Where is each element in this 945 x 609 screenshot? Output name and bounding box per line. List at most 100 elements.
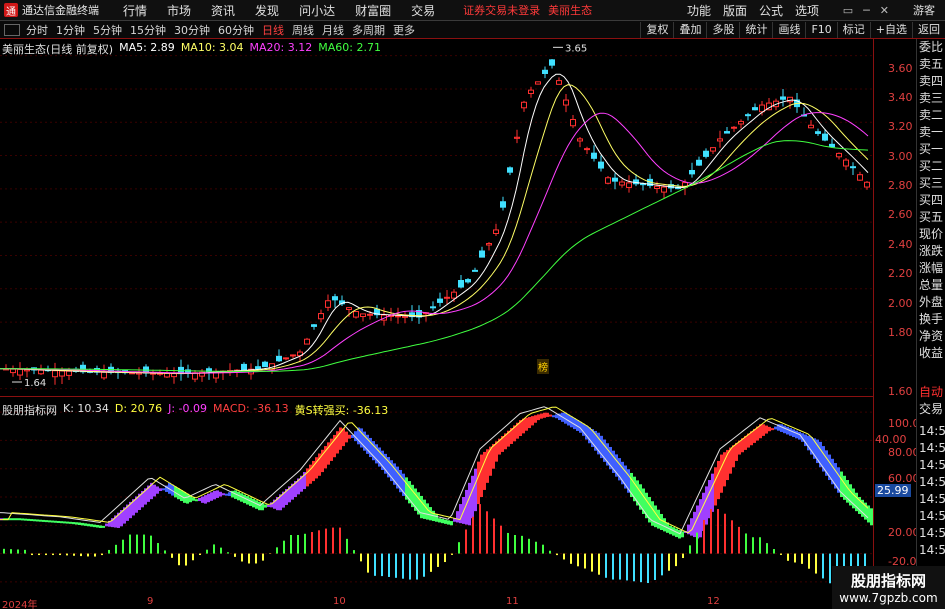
kdj-ribbon — [348, 434, 351, 439]
overlay-button[interactable]: 叠加 — [673, 21, 706, 38]
candle-up — [836, 152, 842, 158]
trade-label[interactable]: 交易 — [917, 401, 943, 418]
price-chart[interactable]: 3.65 1.64 — [0, 39, 873, 397]
kdj-ribbon — [471, 475, 474, 519]
menu-ask[interactable]: 问小达 — [289, 2, 345, 19]
indicator-name[interactable]: 股朋指标网 — [2, 402, 57, 418]
menu-news[interactable]: 资讯 — [201, 2, 245, 19]
menu-function[interactable]: 功能 — [681, 2, 717, 19]
time-label: 11 — [506, 596, 519, 607]
candle-down — [276, 355, 282, 362]
sub-tick: 80.00 — [888, 446, 920, 459]
guest-label[interactable]: 游客 — [913, 2, 935, 18]
back-button[interactable]: 返回 — [912, 21, 945, 38]
kdj-ribbon — [72, 522, 75, 525]
menu-layout[interactable]: 版面 — [717, 2, 753, 19]
j-value: J: -0.09 — [168, 402, 208, 415]
candle-up — [661, 186, 667, 193]
stats-button[interactable]: 统计 — [739, 21, 772, 38]
candle-up — [325, 300, 331, 308]
period-30min[interactable]: 30分钟 — [170, 22, 214, 38]
period-month[interactable]: 月线 — [318, 22, 348, 38]
menu-market[interactable]: 市场 — [157, 2, 201, 19]
period-week[interactable]: 周线 — [288, 22, 318, 38]
candle-up — [731, 126, 737, 129]
rank-tag[interactable]: 榜 — [537, 359, 549, 374]
kdj-ribbon — [156, 486, 159, 494]
kdj-ribbon — [447, 520, 450, 525]
candle-down — [822, 133, 828, 141]
price-tick: 2.40 — [888, 238, 913, 251]
order-field-label: 买四 — [919, 193, 944, 207]
kdj-ribbon — [42, 519, 45, 522]
candle-down — [262, 361, 268, 368]
toolbar-toggle-icon[interactable] — [4, 23, 20, 36]
kdj-ribbon — [795, 430, 798, 439]
mark-button[interactable]: 标记 — [836, 21, 870, 38]
kdj-ribbon — [105, 523, 108, 527]
adjust-button[interactable]: 复权 — [640, 21, 673, 38]
kdj-ribbon — [225, 493, 228, 496]
period-multi[interactable]: 多周期 — [348, 22, 389, 38]
time-axis: 2024年 9 10 11 12 — [0, 596, 873, 609]
kdj-ribbon — [690, 518, 693, 536]
kdj-ribbon — [153, 484, 156, 497]
ma-legend: 美丽生态(日线 前复权) MA5: 2.89 MA10: 3.04 MA20: … — [2, 41, 381, 57]
draw-line-button[interactable]: 画线 — [772, 21, 805, 38]
price-tick: 3.00 — [888, 150, 913, 163]
candle-down — [542, 69, 548, 74]
order-field-label: 收益 — [919, 346, 944, 360]
add-watchlist-button[interactable]: +自选 — [869, 21, 912, 38]
kdj-ribbon — [204, 495, 207, 504]
trade-time: 14:56 — [919, 458, 945, 472]
menu-discover[interactable]: 发现 — [245, 2, 289, 19]
price-tick: 1.80 — [888, 326, 913, 339]
period-60min[interactable]: 60分钟 — [214, 22, 258, 38]
kdj-ribbon — [525, 417, 528, 431]
period-more[interactable]: 更多 — [389, 22, 419, 38]
kdj-ribbon — [441, 518, 444, 524]
macd-value: MACD: -36.13 — [213, 402, 289, 415]
kdj-ribbon — [549, 414, 552, 417]
period-day[interactable]: 日线 — [258, 22, 288, 38]
kdj-ribbon — [543, 412, 546, 418]
candle-up — [486, 243, 492, 246]
candle-up — [738, 120, 744, 125]
candle-down — [850, 166, 856, 169]
candle-up — [563, 99, 569, 106]
login-notice[interactable]: 证券交易未登录 — [463, 2, 540, 18]
period-15min[interactable]: 15分钟 — [126, 22, 170, 38]
menu-options[interactable]: 选项 — [789, 2, 825, 19]
candle-up — [367, 313, 373, 316]
multi-stock-button[interactable]: 多股 — [706, 21, 739, 38]
menu-formula[interactable]: 公式 — [753, 2, 789, 19]
menu-wealth[interactable]: 财富圈 — [345, 2, 401, 19]
kdj-ribbon — [162, 488, 165, 491]
kdj-ribbon — [732, 445, 735, 468]
kdj-ribbon — [201, 496, 204, 503]
watermark-title: 股朋指标网 — [850, 572, 926, 590]
period-5min[interactable]: 5分钟 — [89, 22, 126, 38]
restore-icon[interactable]: ▭ — [843, 4, 853, 17]
kdj-ribbon — [69, 521, 72, 524]
candle-down — [815, 131, 821, 134]
kdj-ribbon — [654, 505, 657, 528]
kdj-ribbon — [765, 425, 768, 434]
auto-trade-label[interactable]: 自动 — [917, 384, 943, 401]
kdj-ribbon — [84, 523, 87, 526]
period-1min[interactable]: 1分钟 — [52, 22, 89, 38]
indicator-panel[interactable] — [0, 398, 873, 596]
period-intraday[interactable]: 分时 — [22, 22, 52, 38]
menu-quotes[interactable]: 行情 — [113, 2, 157, 19]
minimize-icon[interactable]: ─ — [863, 4, 870, 17]
menu-trade[interactable]: 交易 — [401, 2, 445, 19]
price-chart-panel[interactable]: 3.65 1.64 美丽生态(日线 前复权) MA5: 2.89 MA10: 3.… — [0, 39, 873, 397]
kdj-ribbon — [267, 504, 270, 507]
kdj-ribbon — [222, 493, 225, 496]
kdj-ribbon — [537, 414, 540, 421]
close-icon[interactable]: ✕ — [880, 4, 889, 17]
kdj-ribbon — [63, 521, 66, 524]
f10-button[interactable]: F10 — [805, 21, 836, 38]
kdj-ribbon — [480, 454, 483, 497]
indicator-chart[interactable] — [0, 398, 873, 596]
